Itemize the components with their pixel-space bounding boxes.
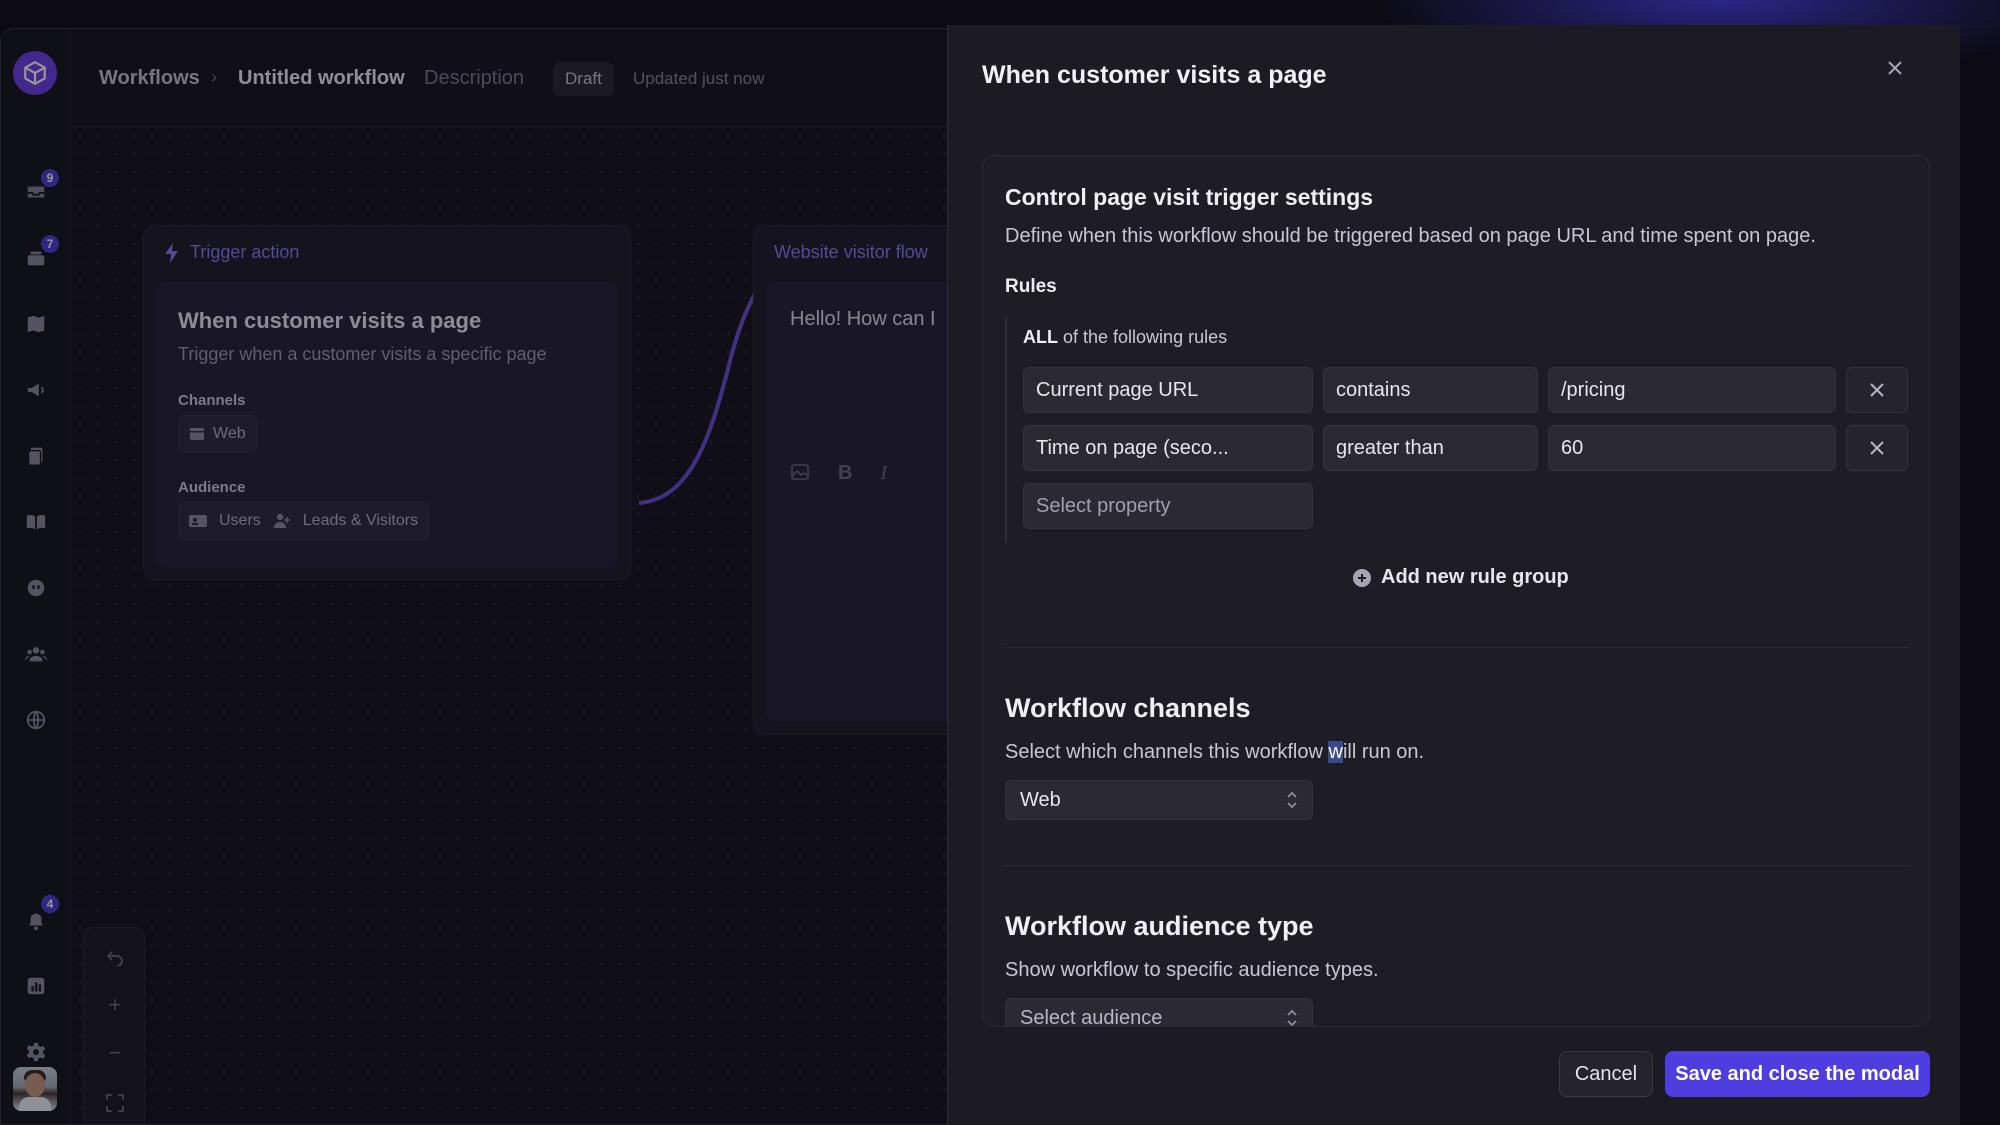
save-and-close-button[interactable]: Save and close the modal — [1665, 1051, 1930, 1097]
add-rule-group-button[interactable]: Add new rule group — [1353, 566, 1569, 589]
match-mode-suffix: of the following rules — [1058, 327, 1228, 347]
rules-label: Rules — [1005, 276, 1057, 297]
channels-description: Select which channels this workflow will… — [1005, 741, 1424, 764]
select-property-input[interactable]: Select property — [1023, 483, 1313, 529]
channels-description-end: ill run on. — [1342, 741, 1425, 763]
remove-rule-2-button[interactable] — [1846, 425, 1908, 471]
rule-1-value[interactable]: /pricing — [1548, 367, 1836, 413]
audience-select-placeholder: Select audience — [1020, 1006, 1163, 1027]
chevron-updown-icon — [1287, 1009, 1297, 1026]
rule-2-operator[interactable]: greater than — [1323, 425, 1538, 471]
rule-2-value[interactable]: 60 — [1548, 425, 1836, 471]
divider — [1005, 865, 1909, 866]
modal-title: When customer visits a page — [982, 61, 1327, 89]
rule-2-property[interactable]: Time on page (seco... — [1023, 425, 1313, 471]
screen: 9 7 4 Workflows › Untitled workflow Desc… — [0, 0, 2000, 1125]
channels-select[interactable]: Web — [1005, 780, 1313, 820]
settings-panel[interactable]: Control page visit trigger settings Defi… — [982, 155, 1930, 1027]
channels-heading: Workflow channels — [1005, 693, 1251, 723]
audience-select[interactable]: Select audience — [1005, 998, 1313, 1027]
rule-1-property[interactable]: Current page URL — [1023, 367, 1313, 413]
chevron-updown-icon — [1287, 791, 1297, 809]
close-icon — [1870, 441, 1884, 455]
trigger-settings-modal: When customer visits a page Control page… — [947, 25, 1960, 1125]
text-selection: w — [1328, 741, 1343, 763]
add-rule-group-label: Add new rule group — [1381, 566, 1569, 588]
trigger-settings-description: Define when this workflow should be trig… — [1005, 225, 1816, 247]
plus-circle-icon — [1353, 568, 1371, 587]
match-mode[interactable]: ALL of the following rules — [1023, 327, 1227, 348]
match-mode-value[interactable]: ALL — [1023, 327, 1058, 347]
audience-heading: Workflow audience type — [1005, 911, 1314, 941]
divider — [1005, 647, 1909, 648]
cancel-button[interactable]: Cancel — [1559, 1051, 1653, 1097]
channels-select-value: Web — [1020, 788, 1061, 811]
remove-rule-1-button[interactable] — [1846, 367, 1908, 413]
rule-1-operator[interactable]: contains — [1323, 367, 1538, 413]
rule-group-rail — [1005, 318, 1007, 543]
close-icon[interactable] — [1880, 53, 1910, 83]
audience-description: Show workflow to specific audience types… — [1005, 959, 1379, 981]
close-icon — [1870, 383, 1884, 397]
channels-description-start: Select which channels this workflow — [1005, 741, 1329, 763]
trigger-settings-heading: Control page visit trigger settings — [1005, 184, 1374, 210]
